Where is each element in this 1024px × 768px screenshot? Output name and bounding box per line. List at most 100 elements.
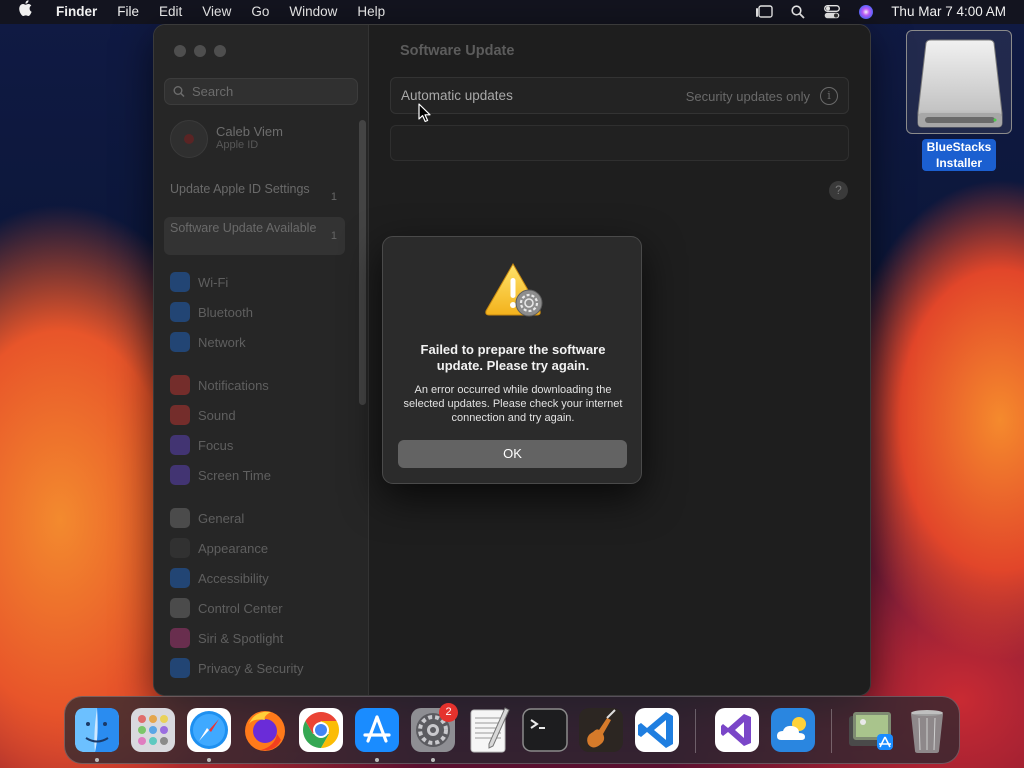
- menu-window[interactable]: Window: [279, 0, 347, 24]
- sidebar-item-appearance[interactable]: Appearance: [170, 537, 350, 559]
- dock-preview[interactable]: [847, 706, 895, 754]
- apple-id-account[interactable]: Caleb Viem Apple ID: [170, 120, 350, 160]
- dock-launchpad[interactable]: [129, 706, 177, 754]
- sidebar-item-bluetooth[interactable]: Bluetooth: [170, 301, 350, 323]
- sidebar-item-notifications[interactable]: Notifications: [170, 374, 350, 396]
- safari-icon: [187, 708, 231, 752]
- gear-icon: [170, 508, 190, 528]
- running-indicator: [375, 758, 379, 762]
- minimize-window-button[interactable]: [194, 45, 206, 57]
- menu-go[interactable]: Go: [241, 0, 279, 24]
- apple-menu-icon[interactable]: [0, 0, 46, 24]
- chrome-icon: [299, 708, 343, 752]
- firefox-icon: [245, 711, 285, 751]
- alert-dialog: Failed to prepare the software update. P…: [382, 236, 642, 484]
- sidebar-item-general[interactable]: General: [170, 507, 350, 529]
- running-indicator: [207, 758, 211, 762]
- dock-trash[interactable]: [903, 706, 951, 754]
- guitar-icon: [579, 708, 623, 752]
- ok-button[interactable]: OK: [398, 440, 627, 468]
- app-store-icon: [355, 708, 399, 752]
- close-window-button[interactable]: [174, 45, 186, 57]
- dock-visual-studio[interactable]: [713, 706, 761, 754]
- sidebar-item-label: Sound: [198, 407, 236, 423]
- menu-file[interactable]: File: [107, 0, 149, 24]
- automatic-updates-row[interactable]: Automatic updates Security updates only …: [390, 77, 849, 114]
- alert-title: Failed to prepare the software update. P…: [420, 342, 606, 373]
- dock-firefox[interactable]: [241, 706, 289, 754]
- sidebar-item-label: Appearance: [198, 540, 269, 556]
- dock-garageband[interactable]: [577, 706, 625, 754]
- sidebar-scrollbar[interactable]: [359, 120, 366, 405]
- search-icon: [173, 79, 185, 112]
- sidebar-notice-apple-id[interactable]: Update Apple ID Settings 1: [164, 178, 345, 216]
- sidebar-item-siri-spotlight[interactable]: Siri & Spotlight: [170, 627, 350, 649]
- help-button[interactable]: ?: [829, 181, 848, 200]
- siri-icon[interactable]: [849, 0, 883, 24]
- dock-vscode[interactable]: [633, 706, 681, 754]
- sidebar-item-label: Network: [198, 334, 246, 350]
- running-indicator: [431, 758, 435, 762]
- sidebar-item-label: Wi-Fi: [198, 274, 229, 290]
- sidebar-item-label: Focus: [198, 437, 234, 453]
- control-center-icon[interactable]: [815, 0, 849, 24]
- selection-frame: [906, 30, 1012, 134]
- account-name: Caleb Viem: [216, 124, 283, 139]
- dock-chrome[interactable]: [297, 706, 345, 754]
- globe-icon: [170, 332, 190, 352]
- zoom-window-button[interactable]: [214, 45, 226, 57]
- dock-finder[interactable]: [73, 706, 121, 762]
- dock-system-settings[interactable]: 2: [409, 703, 458, 762]
- speaker-icon: [170, 405, 190, 425]
- running-indicator: [95, 758, 99, 762]
- spotlight-search-icon[interactable]: [781, 0, 815, 24]
- desktop-drive-label: BlueStacks Installer: [922, 139, 996, 171]
- warning-gear-icon: [483, 261, 547, 321]
- appearance-icon: [170, 538, 190, 558]
- sidebar-item-control-center[interactable]: Control Center: [170, 597, 350, 619]
- menu-app-name[interactable]: Finder: [46, 0, 107, 24]
- menu-help[interactable]: Help: [347, 0, 395, 24]
- wifi-icon: [170, 272, 190, 292]
- settings-sidebar: Search Caleb Viem Apple ID Update Apple …: [154, 25, 369, 695]
- dock-separator: [831, 709, 832, 753]
- sidebar-item-privacy-security[interactable]: Privacy & Security: [170, 657, 350, 679]
- menu-bar: Finder File Edit View Go Window Help Thu…: [0, 0, 1024, 24]
- info-icon[interactable]: i: [820, 87, 838, 105]
- control-center-icon: [170, 598, 190, 618]
- terminal-icon: [522, 708, 568, 752]
- dock-terminal[interactable]: [521, 706, 569, 754]
- siri-icon: [170, 628, 190, 648]
- sidebar-item-screen-time[interactable]: Screen Time: [170, 464, 350, 486]
- menu-clock[interactable]: Thu Mar 7 4:00 AM: [883, 0, 1024, 24]
- sidebar-item-wi-fi[interactable]: Wi-Fi: [170, 271, 350, 293]
- account-subtitle: Apple ID: [216, 139, 259, 151]
- dock-weather[interactable]: [769, 706, 817, 754]
- sidebar-item-label: Siri & Spotlight: [198, 630, 284, 646]
- automatic-updates-label: Automatic updates: [401, 88, 513, 103]
- sidebar-item-focus[interactable]: Focus: [170, 434, 350, 456]
- dock-safari[interactable]: [185, 706, 233, 762]
- visual-studio-icon: [715, 708, 759, 752]
- launchpad-icon: [131, 708, 175, 752]
- sidebar-item-network[interactable]: Network: [170, 331, 350, 353]
- dock-app-store[interactable]: [353, 706, 401, 762]
- stage-manager-icon[interactable]: [747, 0, 781, 24]
- sidebar-search-input[interactable]: Search: [164, 78, 358, 105]
- sidebar-item-label: Notifications: [198, 377, 269, 393]
- menu-view[interactable]: View: [192, 0, 241, 24]
- page-title: Software Update: [400, 43, 515, 59]
- desktop-drive-bluestacks[interactable]: BlueStacks Installer: [906, 30, 1012, 175]
- external-drive-icon: [917, 39, 1003, 128]
- bell-icon: [170, 375, 190, 395]
- notice-count-badge: 1: [330, 230, 337, 242]
- sidebar-notice-software-update[interactable]: Software Update Available 1: [164, 217, 345, 255]
- dock-textedit[interactable]: [465, 706, 513, 754]
- sidebar-item-accessibility[interactable]: Accessibility: [170, 567, 350, 589]
- sidebar-item-sound[interactable]: Sound: [170, 404, 350, 426]
- notice-label: Update Apple ID Settings: [170, 182, 310, 196]
- notice-label: Software Update Available: [170, 221, 317, 235]
- menu-edit[interactable]: Edit: [149, 0, 192, 24]
- vscode-icon: [635, 708, 679, 752]
- moon-icon: [170, 435, 190, 455]
